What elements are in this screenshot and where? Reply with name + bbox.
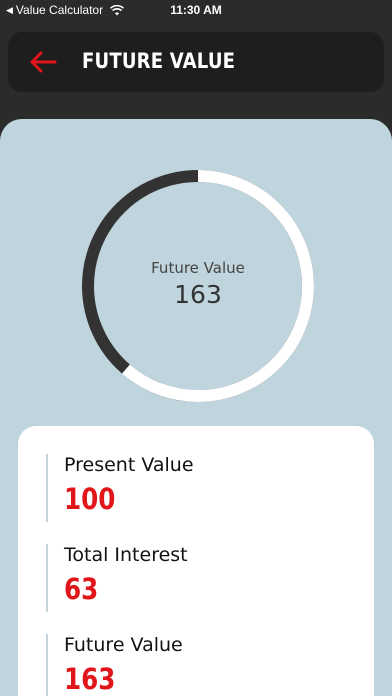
page-title: FUTURE VALUE [82,49,236,73]
ring-label: Future Value [151,259,245,277]
app-header: FUTURE VALUE [8,32,384,92]
status-time: 11:30 AM [170,3,222,17]
stat-value: 63 [64,572,99,606]
total-interest-stat: Total Interest 63 [46,544,346,612]
future-value-stat: Future Value 163 [46,634,346,696]
present-value-stat: Present Value 100 [46,454,346,522]
ring-value: 163 [174,280,222,309]
stat-label: Present Value [64,454,194,476]
stat-divider [46,454,48,522]
stat-label: Future Value [64,634,183,656]
status-bar: ◀ Value Calculator 11:30 AM [0,0,392,22]
stat-value: 163 [64,662,116,696]
stat-divider [46,544,48,612]
stat-label: Total Interest [64,544,188,566]
stat-divider [46,634,48,696]
arrow-left-icon[interactable] [28,50,58,74]
stat-value: 100 [64,482,116,516]
